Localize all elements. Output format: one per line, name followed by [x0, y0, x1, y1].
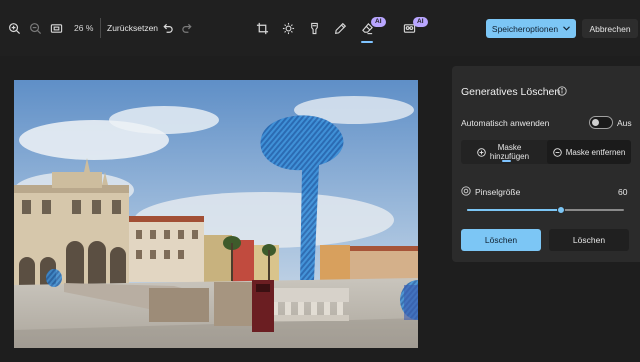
active-tool-indicator: [361, 41, 373, 43]
undo-icon[interactable]: [158, 19, 176, 37]
auto-apply-label: Automatisch anwenden: [461, 118, 550, 128]
crop-icon[interactable]: [253, 19, 271, 37]
toggle-knob: [592, 119, 599, 126]
erase-clear-button[interactable]: Löschen: [549, 229, 629, 251]
plus-circle-icon: [477, 147, 486, 157]
info-icon[interactable]: [557, 86, 567, 96]
auto-apply-toggle[interactable]: [589, 116, 613, 129]
slider-thumb[interactable]: [557, 206, 566, 214]
remove-mask-button[interactable]: Maske entfernen: [547, 140, 631, 164]
brush-size-icon: [461, 186, 471, 196]
active-mask-indicator: [502, 160, 511, 162]
reset-button[interactable]: Zurücksetzen: [107, 23, 158, 33]
save-options-label: Speicheroptionen: [491, 23, 559, 34]
zoom-in-icon[interactable]: [5, 19, 23, 37]
redo-icon[interactable]: [178, 19, 196, 37]
add-mask-label: Maske hinzufügen: [490, 143, 529, 161]
mask-mode-group: Maske hinzufügen Maske entfernen: [461, 140, 631, 164]
erase-apply-button[interactable]: Löschen: [461, 229, 541, 251]
brightness-icon[interactable]: [279, 19, 297, 37]
photo-illustration: [14, 80, 418, 348]
minus-circle-icon: [552, 147, 562, 157]
ai-badge-2: AI: [413, 17, 428, 27]
zoom-value[interactable]: 26 %: [74, 23, 93, 33]
brush-size-label: Pinselgröße: [475, 187, 521, 197]
zoom-out-icon[interactable]: [26, 19, 44, 37]
filter-icon[interactable]: [305, 19, 323, 37]
generative-erase-panel: Generatives Löschen Automatisch anwenden…: [452, 66, 640, 262]
top-toolbar: 26 % Zurücksetzen AI AI Speicheroptionen…: [0, 0, 640, 56]
fit-to-window-icon[interactable]: [47, 19, 65, 37]
auto-apply-state: Aus: [617, 118, 632, 128]
panel-title: Generatives Löschen: [461, 86, 561, 98]
remove-mask-label: Maske entfernen: [565, 147, 626, 157]
add-mask-label-line1: Maske: [497, 143, 522, 152]
brush-size-value: 60: [618, 187, 628, 197]
edited-photo[interactable]: [14, 80, 418, 348]
chevron-down-icon: [563, 26, 570, 31]
brush-size-slider[interactable]: [467, 206, 624, 214]
cancel-button[interactable]: Abbrechen: [582, 19, 638, 38]
markup-pen-icon[interactable]: [331, 19, 349, 37]
slider-fill: [467, 209, 562, 211]
toolbar-divider: [100, 18, 101, 38]
ai-badge: AI: [371, 17, 386, 27]
save-options-button[interactable]: Speicheroptionen: [486, 19, 576, 38]
